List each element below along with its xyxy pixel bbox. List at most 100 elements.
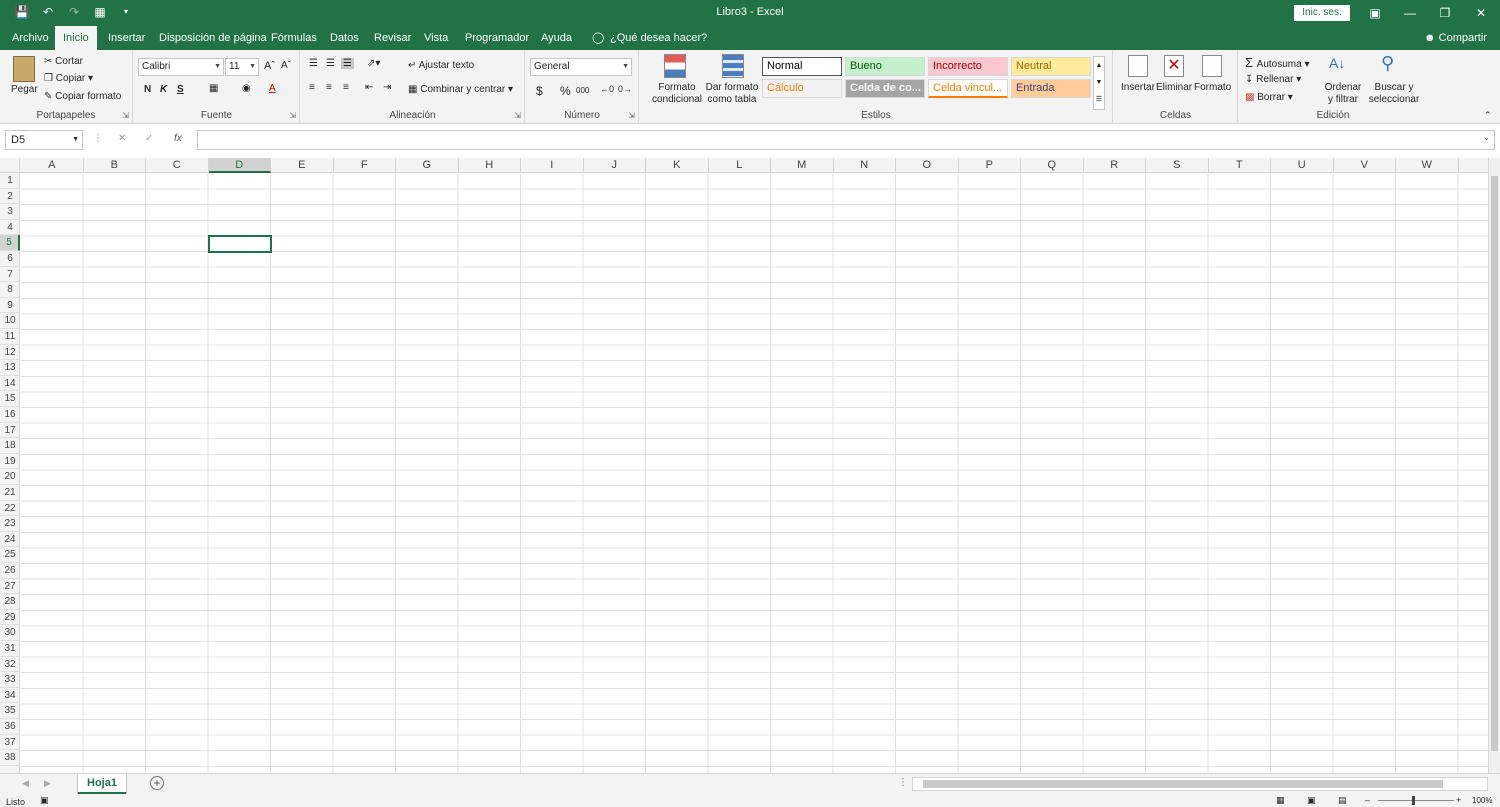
style-cell-item[interactable]: Celda vincul... xyxy=(928,79,1008,98)
align-top-icon[interactable]: ☰ xyxy=(309,58,318,69)
row-header[interactable]: 19 xyxy=(0,454,20,470)
tab-inicio[interactable]: Inicio xyxy=(55,26,97,50)
paste-icon[interactable] xyxy=(13,56,35,82)
sheet-tab-hoja1[interactable]: Hoja1 xyxy=(78,774,126,794)
decrease-indent-icon[interactable]: ⇤ xyxy=(365,82,373,93)
vertical-scrollbar[interactable] xyxy=(1488,158,1500,773)
row-header[interactable]: 28 xyxy=(0,594,20,610)
row-header[interactable]: 24 xyxy=(0,532,20,548)
paste-button[interactable]: Pegar xyxy=(11,84,38,95)
column-header-h[interactable]: H xyxy=(459,158,521,173)
italic-button[interactable]: K xyxy=(160,84,167,95)
macro-record-icon[interactable]: ▣ xyxy=(40,795,49,806)
row-header[interactable]: 37 xyxy=(0,735,20,751)
tab-formulas[interactable]: Fórmulas xyxy=(269,26,319,50)
row-header[interactable]: 20 xyxy=(0,469,20,485)
column-header-c[interactable]: C xyxy=(146,158,209,173)
merge-center-button[interactable]: ▦ Combinar y centrar ▾ xyxy=(408,84,513,95)
gallery-scroll[interactable]: ▲ ▼ ☰ xyxy=(1093,56,1105,110)
shrink-font-icon[interactable]: Aˇ xyxy=(281,60,291,71)
percent-button[interactable]: % xyxy=(560,84,571,98)
zoom-slider[interactable] xyxy=(1378,800,1454,801)
row-header[interactable]: 23 xyxy=(0,516,20,532)
increase-decimal-icon[interactable]: ←0 xyxy=(600,84,614,94)
tab-vista[interactable]: Vista xyxy=(422,26,450,50)
clipboard-launcher-icon[interactable]: ⇲ xyxy=(122,111,129,120)
tab-insertar[interactable]: Insertar xyxy=(106,26,147,50)
zoom-in-icon[interactable]: + xyxy=(1456,795,1461,805)
collapse-ribbon-icon[interactable]: ⌃ xyxy=(1484,110,1492,121)
split-handle-icon[interactable]: ⋮ xyxy=(898,777,908,788)
style-cell-item[interactable]: Neutral xyxy=(1011,57,1091,76)
align-right-icon[interactable]: ≡ xyxy=(343,82,349,93)
row-header[interactable]: 26 xyxy=(0,563,20,579)
row-header[interactable]: 33 xyxy=(0,672,20,688)
style-cell-item[interactable]: Cálculo xyxy=(762,79,842,98)
row-header[interactable]: 32 xyxy=(0,657,20,673)
signin-button[interactable]: Inic. ses. xyxy=(1294,5,1350,21)
row-header[interactable]: 30 xyxy=(0,625,20,641)
tell-me-input[interactable]: ¿Qué desea hacer? xyxy=(608,26,709,50)
font-size-select[interactable]: 11 ▼ xyxy=(225,58,259,76)
row-header[interactable]: 13 xyxy=(0,360,20,376)
row-header[interactable]: 7 xyxy=(0,267,20,283)
alignment-launcher-icon[interactable]: ⇲ xyxy=(514,111,521,120)
prev-sheet-icon[interactable]: ◀ xyxy=(22,778,29,789)
style-cell-item[interactable]: Normal xyxy=(762,57,842,76)
row-header[interactable]: 29 xyxy=(0,610,20,626)
row-header[interactable]: 12 xyxy=(0,345,20,361)
autosum-button[interactable]: Σ Autosuma ▾ xyxy=(1245,55,1310,70)
row-header[interactable]: 38 xyxy=(0,750,20,766)
active-cell[interactable] xyxy=(207,235,272,253)
column-header-k[interactable]: K xyxy=(646,158,709,173)
formula-input[interactable]: ⌄ xyxy=(197,130,1495,150)
number-launcher-icon[interactable]: ⇲ xyxy=(628,111,635,120)
row-header[interactable]: 6 xyxy=(0,251,20,267)
horizontal-scrollbar[interactable] xyxy=(912,777,1488,791)
row-header[interactable]: 21 xyxy=(0,485,20,501)
delete-cells-icon[interactable]: ✕ xyxy=(1164,55,1184,77)
tab-revisar[interactable]: Revisar xyxy=(372,26,413,50)
align-middle-icon[interactable]: ☰ xyxy=(326,58,335,69)
search-icon[interactable]: ⚲ xyxy=(1381,53,1394,74)
share-button[interactable]: ☻ Compartir xyxy=(1424,26,1487,50)
row-header[interactable]: 1 xyxy=(0,173,20,189)
style-cell-item[interactable]: Incorrecto xyxy=(928,57,1008,76)
tab-datos[interactable]: Datos xyxy=(328,26,361,50)
column-header-o[interactable]: O xyxy=(896,158,959,173)
close-icon[interactable]: ✕ xyxy=(1466,4,1496,22)
copy-button[interactable]: ❐ Copiar ▾ xyxy=(44,73,93,84)
tab-disposicion[interactable]: Disposición de página xyxy=(157,26,269,50)
borders-icon[interactable]: ▦ xyxy=(209,83,218,94)
column-header-r[interactable]: R xyxy=(1084,158,1146,173)
column-header-v[interactable]: V xyxy=(1334,158,1396,173)
column-header-m[interactable]: M xyxy=(771,158,834,173)
row-header[interactable]: 17 xyxy=(0,423,20,439)
insert-cells-button[interactable]: Insertar xyxy=(1121,82,1155,93)
hscroll-thumb[interactable] xyxy=(923,780,1443,788)
row-header[interactable]: 31 xyxy=(0,641,20,657)
decrease-decimal-icon[interactable]: 0→ xyxy=(618,84,632,94)
column-header-n[interactable]: N xyxy=(834,158,896,173)
row-header[interactable]: 9 xyxy=(0,298,20,314)
add-sheet-icon[interactable]: + xyxy=(150,776,164,790)
row-header[interactable]: 15 xyxy=(0,391,20,407)
find-select-button[interactable]: Buscar y seleccionar xyxy=(1367,82,1421,106)
align-center-icon[interactable]: ≡ xyxy=(326,82,332,93)
row-header[interactable]: 22 xyxy=(0,501,20,517)
tab-archivo[interactable]: Archivo xyxy=(10,26,51,50)
font-name-select[interactable]: Calibri ▼ xyxy=(138,58,224,76)
font-color-icon[interactable]: A xyxy=(269,83,276,94)
row-header[interactable]: 16 xyxy=(0,407,20,423)
row-header[interactable]: 18 xyxy=(0,438,20,454)
ribbon-display-icon[interactable]: ▣ xyxy=(1360,4,1390,22)
row-header[interactable]: 34 xyxy=(0,688,20,704)
tab-programador[interactable]: Programador xyxy=(463,26,531,50)
cancel-icon[interactable]: ✕ xyxy=(118,133,126,144)
fill-color-icon[interactable]: ◉ xyxy=(242,83,251,94)
name-box[interactable]: D5 ▼ xyxy=(5,130,83,150)
format-cells-button[interactable]: Formato xyxy=(1194,82,1231,93)
increase-indent-icon[interactable]: ⇥ xyxy=(383,82,391,93)
grow-font-icon[interactable]: Aˆ xyxy=(264,60,275,72)
restore-icon[interactable]: ❐ xyxy=(1430,4,1460,22)
